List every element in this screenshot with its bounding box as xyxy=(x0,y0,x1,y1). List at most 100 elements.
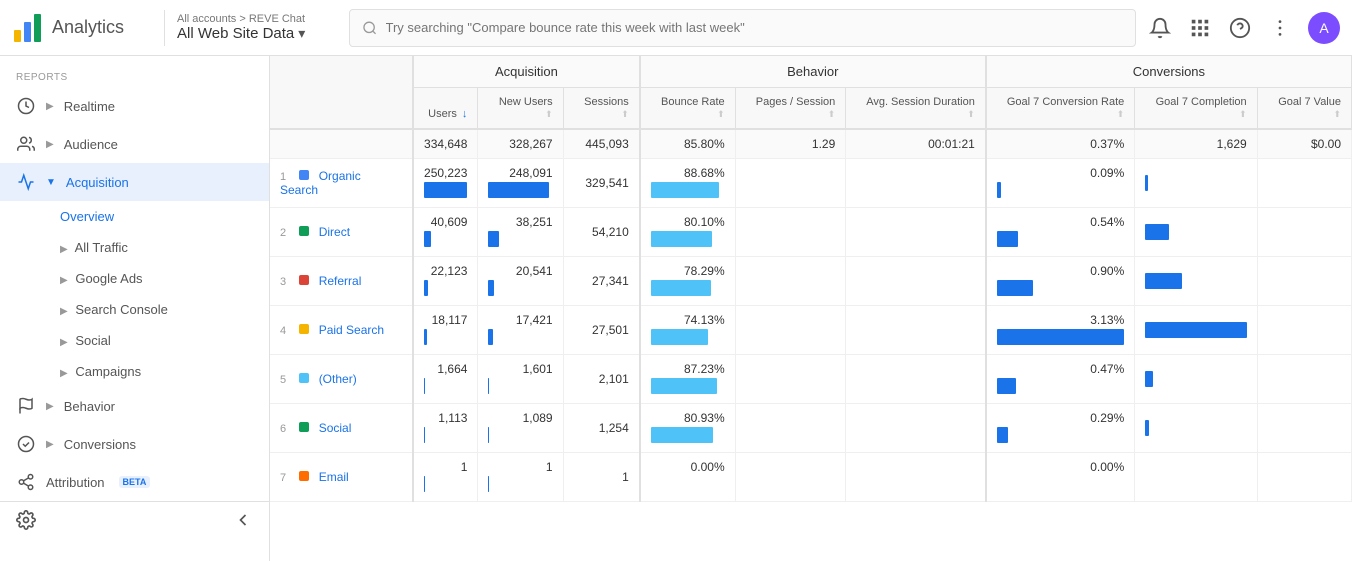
channel-link[interactable]: Social xyxy=(319,421,352,435)
sidebar-item-search-console[interactable]: ▶ Search Console xyxy=(44,294,269,325)
notifications-icon[interactable] xyxy=(1148,16,1172,40)
new-users-col-header[interactable]: New Users ⬆ xyxy=(478,88,563,130)
total-goal7-rate: 0.37% xyxy=(986,129,1135,159)
data-table: Acquisition Behavior Conversions Users ↓… xyxy=(270,56,1352,502)
avg-session-col-header[interactable]: Avg. Session Duration ⬆ xyxy=(846,88,986,130)
sidebar-item-realtime[interactable]: ▶ Realtime xyxy=(0,87,269,125)
users-value: 18,117 xyxy=(424,313,467,327)
logo-area: Analytics xyxy=(12,12,152,44)
settings-icon[interactable] xyxy=(16,510,36,533)
pages-session-cell xyxy=(735,355,846,404)
goal7-rate-bar xyxy=(997,425,1124,445)
sidebar-label-conversions: Conversions xyxy=(64,437,136,452)
channel-link[interactable]: (Other) xyxy=(319,372,357,386)
channel-link[interactable]: Direct xyxy=(319,225,350,239)
goal7-rate-cell: 0.54% xyxy=(986,208,1135,257)
sidebar-item-social[interactable]: ▶ Social xyxy=(44,325,269,356)
goal7-rate-bar xyxy=(997,229,1124,249)
users-sort-icon: ↓ xyxy=(462,108,468,120)
total-avg-session: 00:01:21 xyxy=(846,129,986,159)
goal7-rate-cell: 0.00% xyxy=(986,453,1135,502)
users-bar xyxy=(424,180,467,200)
sidebar-item-acquisition[interactable]: ▼ Acquisition xyxy=(0,163,269,201)
sidebar-item-conversions[interactable]: ▶ Conversions xyxy=(0,425,269,463)
apps-icon[interactable] xyxy=(1188,16,1212,40)
sessions-col-header[interactable]: Sessions ⬆ xyxy=(563,88,640,130)
bounce-rate-cell: 80.93% xyxy=(640,404,735,453)
total-bounce-rate: 85.80% xyxy=(640,129,735,159)
total-pages-session: 1.29 xyxy=(735,129,846,159)
sessions-cell: 329,541 xyxy=(563,159,640,208)
pages-session-cell xyxy=(735,208,846,257)
users-value: 250,223 xyxy=(424,166,467,180)
total-row: 334,648 328,267 445,093 85.80% 1.29 00:0… xyxy=(270,129,1352,159)
avg-session-cell xyxy=(846,257,986,306)
goal7-rate-value: 0.09% xyxy=(997,166,1124,180)
property-name: All Web Site Data xyxy=(177,25,294,42)
sidebar-bottom xyxy=(0,501,269,541)
acquisition-section-header: Acquisition xyxy=(413,56,640,88)
users-cell: 40,609 xyxy=(413,208,478,257)
behavior-icon xyxy=(16,396,36,416)
sidebar-item-campaigns[interactable]: ▶ Campaigns xyxy=(44,356,269,387)
sidebar-item-audience[interactable]: ▶ Audience xyxy=(0,125,269,163)
new-users-value: 38,251 xyxy=(488,215,552,229)
pages-session-col-header[interactable]: Pages / Session ⬆ xyxy=(735,88,846,130)
bounce-rate-cell: 78.29% xyxy=(640,257,735,306)
pages-bar xyxy=(746,320,836,340)
bounce-rate-col-header[interactable]: Bounce Rate ⬆ xyxy=(640,88,735,130)
sessions-cell: 27,341 xyxy=(563,257,640,306)
main-content: Acquisition Behavior Conversions Users ↓… xyxy=(270,56,1352,561)
avatar[interactable]: A xyxy=(1308,12,1340,44)
new-users-cell: 1,089 xyxy=(478,404,563,453)
property-dropdown-icon[interactable]: ▾ xyxy=(298,25,305,42)
channel-link[interactable]: Referral xyxy=(319,274,362,288)
pages-session-cell xyxy=(735,159,846,208)
users-value: 1,113 xyxy=(424,411,467,425)
search-input[interactable] xyxy=(386,20,1124,35)
new-users-cell: 20,541 xyxy=(478,257,563,306)
channel-link[interactable]: Paid Search xyxy=(319,323,384,337)
goal7-completion-col-header[interactable]: Goal 7 Completion ⬆ xyxy=(1135,88,1257,130)
users-value: 22,123 xyxy=(424,264,467,278)
channel-cell: 6 Social xyxy=(270,404,413,453)
goal7-value-cell xyxy=(1257,453,1351,502)
behavior-chevron: ▶ xyxy=(46,401,54,412)
more-icon[interactable] xyxy=(1268,16,1292,40)
users-cell: 1 xyxy=(413,453,478,502)
bounce-bar xyxy=(651,278,725,298)
users-cell: 250,223 xyxy=(413,159,478,208)
new-users-value: 20,541 xyxy=(488,264,552,278)
goal7-rate-value: 0.54% xyxy=(997,215,1124,229)
total-goal7-value: $0.00 xyxy=(1257,129,1351,159)
channel-dot xyxy=(299,422,309,432)
sidebar-item-overview[interactable]: Overview xyxy=(44,201,269,232)
sidebar-item-google-ads[interactable]: ▶ Google Ads xyxy=(44,263,269,294)
total-label xyxy=(270,129,413,159)
channel-dot xyxy=(299,170,309,180)
acquisition-submenu: Overview ▶ All Traffic ▶ Google Ads ▶ Se… xyxy=(0,201,269,387)
new-users-bar xyxy=(488,474,552,494)
sidebar-label-audience: Audience xyxy=(64,137,118,152)
sidebar-item-attribution[interactable]: Attribution BETA xyxy=(0,463,269,501)
collapse-icon[interactable] xyxy=(233,510,253,533)
channel-link[interactable]: Email xyxy=(319,470,349,484)
avg-session-cell xyxy=(846,208,986,257)
sessions-cell: 2,101 xyxy=(563,355,640,404)
property-selector[interactable]: All Web Site Data ▾ xyxy=(177,25,337,42)
conversions-icon xyxy=(16,434,36,454)
table-row: 2 Direct 40,609 38,251 54,210 80.10% 0.5… xyxy=(270,208,1352,257)
acquisition-chevron: ▼ xyxy=(46,177,56,188)
search-bar[interactable] xyxy=(349,9,1136,47)
sidebar-item-all-traffic[interactable]: ▶ All Traffic xyxy=(44,232,269,263)
total-new-users: 328,267 xyxy=(478,129,563,159)
goal7-rate-col-header[interactable]: Goal 7 Conversion Rate ⬆ xyxy=(986,88,1135,130)
row-num: 4 xyxy=(280,325,296,337)
channel-cell: 2 Direct xyxy=(270,208,413,257)
pages-bar xyxy=(746,467,836,487)
goal7-value-cell xyxy=(1257,159,1351,208)
users-col-header[interactable]: Users ↓ xyxy=(413,88,478,130)
help-icon[interactable] xyxy=(1228,16,1252,40)
goal7-value-col-header[interactable]: Goal 7 Value ⬆ xyxy=(1257,88,1351,130)
sidebar-item-behavior[interactable]: ▶ Behavior xyxy=(0,387,269,425)
